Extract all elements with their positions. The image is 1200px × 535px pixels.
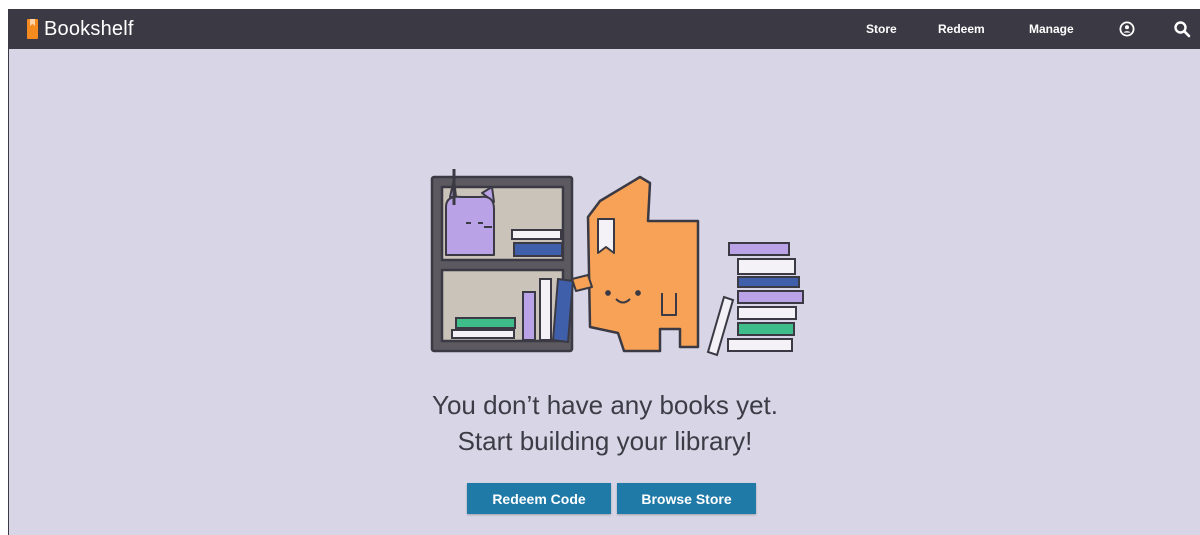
- account-icon[interactable]: [1119, 21, 1135, 37]
- empty-message-line2: Start building your library!: [457, 426, 753, 456]
- empty-library-illustration: [430, 169, 804, 357]
- app-name: Bookshelf: [44, 18, 134, 40]
- search-icon[interactable]: [1173, 20, 1191, 38]
- book-character-graphic: [571, 175, 700, 353]
- app-logo[interactable]: Bookshelf: [27, 18, 134, 40]
- empty-message-line1: You don’t have any books yet.: [432, 390, 778, 420]
- top-bar: Bookshelf Store Redeem Manage: [9, 9, 1200, 49]
- book-stack-graphic: [706, 242, 804, 357]
- app-window: Bookshelf Store Redeem Manage You don’t …: [8, 9, 1200, 535]
- bookshelf-logo-icon: [27, 19, 38, 39]
- redeem-code-button[interactable]: Redeem Code: [467, 483, 611, 514]
- nav-manage-link[interactable]: Manage: [1029, 9, 1074, 49]
- nav-store-link[interactable]: Store: [866, 9, 897, 49]
- browse-store-button[interactable]: Browse Store: [617, 483, 756, 514]
- nav-redeem-link[interactable]: Redeem: [938, 9, 985, 49]
